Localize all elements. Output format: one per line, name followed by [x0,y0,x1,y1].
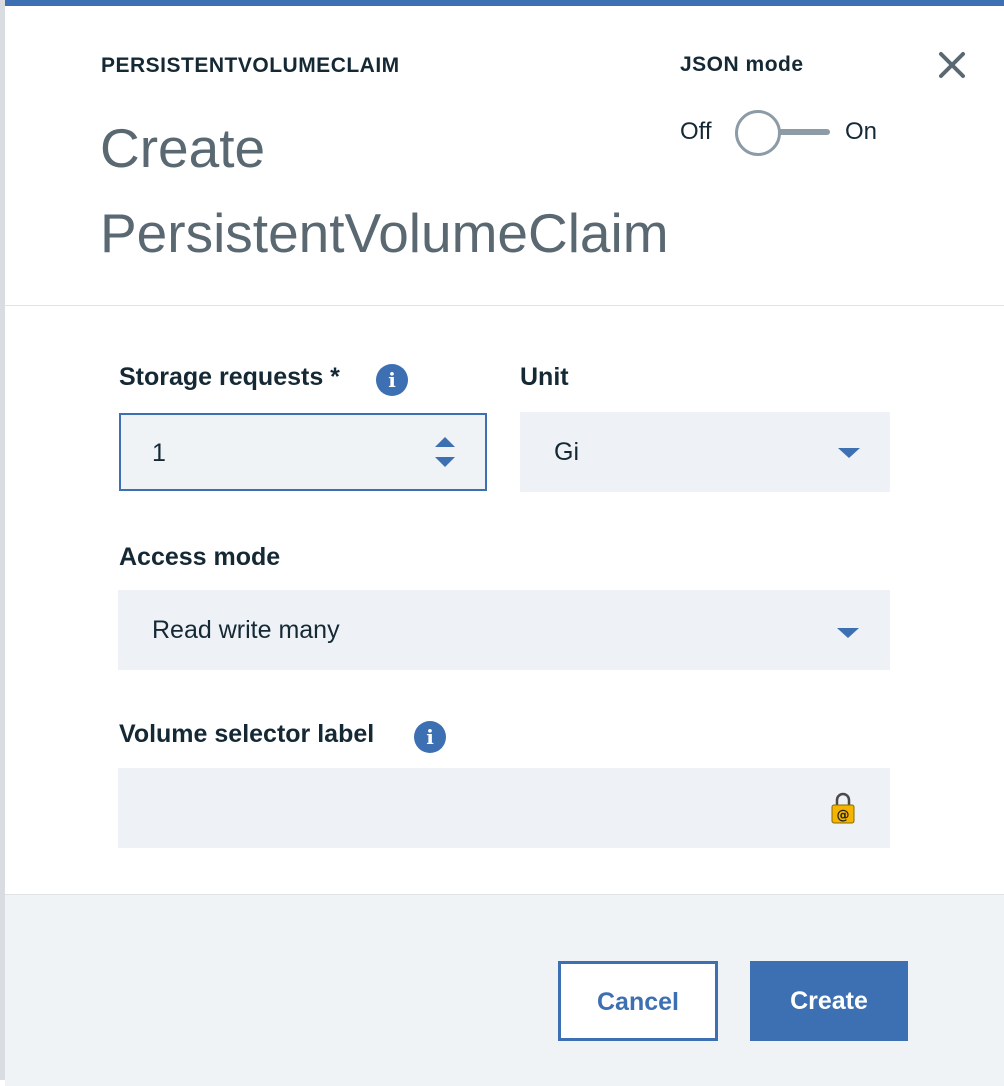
unit-select[interactable]: Gi [520,412,890,492]
lock-icon[interactable]: @ [830,792,856,824]
create-button[interactable]: Create [750,961,908,1041]
modal-title: Create PersistentVolumeClaim [100,117,669,264]
volume-selector-label-label: Volume selector label [119,720,375,748]
create-pvc-modal: PERSISTENTVOLUMECLAIM Create PersistentV… [5,0,1004,1086]
json-mode-label: JSON mode [680,53,804,76]
access-mode-selected-value: Read write many [152,616,340,644]
chevron-down-icon [838,448,860,458]
volume-selector-input[interactable]: @ [118,768,890,848]
modal-eyebrow: PERSISTENTVOLUMECLAIM [101,54,400,77]
close-icon [939,52,965,78]
access-mode-select[interactable]: Read write many [118,590,890,670]
unit-label: Unit [520,363,569,391]
modal-footer: Cancel Create [5,894,1004,1086]
toggle-on-label: On [845,118,878,145]
storage-requests-value: 1 [152,439,166,467]
toggle-thumb[interactable] [735,110,781,156]
modal-header: PERSISTENTVOLUMECLAIM Create PersistentV… [5,6,1004,306]
svg-text:@: @ [837,808,850,823]
toggle-off-label: Off [680,118,712,145]
storage-requests-label: Storage requests * [119,363,340,391]
info-icon[interactable]: i [376,364,408,396]
storage-requests-input[interactable]: 1 [119,413,487,491]
unit-selected-value: Gi [554,438,579,466]
close-button[interactable] [933,48,969,84]
cancel-button[interactable]: Cancel [558,961,718,1041]
chevron-down-icon [837,628,859,638]
number-stepper-icon[interactable] [432,435,458,471]
access-mode-label: Access mode [119,543,281,571]
info-icon[interactable]: i [414,721,446,753]
json-mode-toggle[interactable]: Off On [680,108,900,158]
